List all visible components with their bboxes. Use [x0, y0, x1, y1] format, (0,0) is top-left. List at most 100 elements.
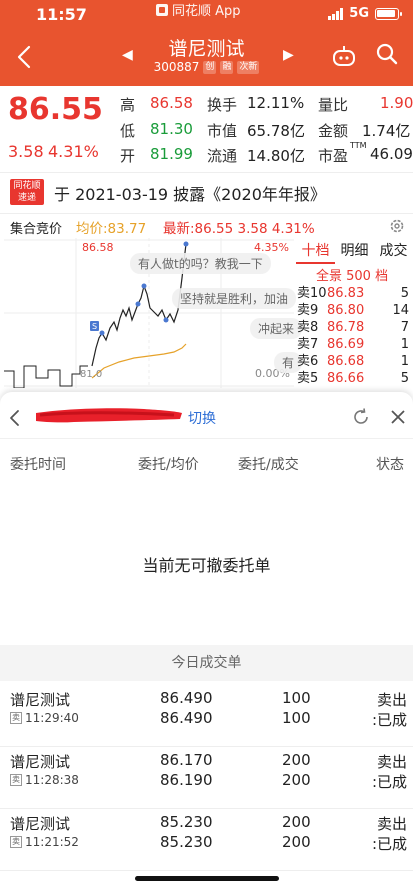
auction-label: 集合竞价 [10, 222, 63, 237]
mcap-value: 65.78亿 [247, 122, 305, 140]
volratio-label: 量比 [318, 96, 349, 114]
quote-panel: 86.55 3.58 4.31% 高 86.58 低 81.30 开 81.99… [0, 86, 413, 172]
col-order-time: 委托时间 [10, 457, 66, 473]
trade-direction: 卖出 [376, 753, 407, 771]
turnover-label: 换手 [207, 96, 238, 114]
orderbook-row: 卖5 86.66 5 [297, 371, 409, 386]
orderbook-row: 卖7 86.69 1 [297, 337, 409, 352]
pe-label: 市盈 [318, 147, 349, 165]
auction-bars [4, 365, 88, 388]
danmu-bubble: 有人做t的吗？教我一下 [130, 253, 271, 274]
chart-left-mark: 81.0 [80, 369, 102, 380]
trade-order-qty: 200 [282, 751, 311, 769]
close-icon[interactable] [389, 408, 407, 426]
trade-filled-qty: 200 [282, 833, 311, 851]
col-status: 状态 [376, 457, 404, 473]
trade-stock-name: 谱尼测试 [10, 691, 71, 709]
tab-trades[interactable]: 成交 [374, 240, 413, 264]
empty-message: 当前无可撤委托单 [142, 556, 271, 575]
trade-filled-qty: 100 [282, 709, 311, 727]
app-header: 11:57 同花顺 App 5G ◀ 谱尼测试 300887 创 融 次新 ▶ [0, 0, 413, 86]
trade-status: :已成 [371, 835, 407, 853]
trade-time: 卖 11:28:38 [10, 773, 79, 787]
avg-price-line [91, 343, 187, 379]
orderbook-row: 卖9 86.80 14 [297, 303, 409, 318]
nav-row: ◀ 谱尼测试 300887 创 融 次新 ▶ [0, 30, 413, 86]
pe-value: 46.09 [370, 145, 413, 163]
col-order-price: 委托/均价 [138, 457, 199, 473]
trade-stock-name: 谱尼测试 [10, 815, 71, 833]
news-bar[interactable]: 同花顺 速递 于 2021-03-19 披露《2020年年报》 [0, 172, 413, 212]
mcap-label: 市值 [207, 122, 238, 140]
redacted-account-mark [36, 408, 182, 423]
next-stock-button[interactable]: ▶ [283, 47, 294, 63]
trade-direction: 卖出 [376, 691, 407, 709]
tag-chuang: 创 [203, 60, 217, 74]
orderbook-tabs: 十档 明细 成交 [296, 240, 413, 264]
cancel-order-sheet: 切换 委托时间 委托/均价 委托/成交 状态 当前无可撤委托单 今日成交单 谱尼… [0, 392, 413, 887]
trade-row[interactable]: 谱尼测试 卖 11:29:40 86.490 86.490 100 100 卖出 … [0, 685, 413, 747]
app-logo-icon [156, 3, 168, 16]
amount-label: 金额 [318, 122, 349, 140]
trade-time: 卖 11:29:40 [10, 711, 79, 725]
trade-stock-name: 谱尼测试 [10, 753, 71, 771]
network-label: 5G [349, 6, 369, 21]
gear-icon[interactable] [389, 218, 405, 234]
trade-row[interactable]: 谱尼测试 卖 11:28:38 86.170 86.190 200 200 卖出 … [0, 747, 413, 809]
back-arrow-icon[interactable] [6, 408, 24, 428]
low-label: 低 [120, 122, 136, 140]
open-value: 81.99 [150, 145, 193, 163]
trade-order-price: 85.230 [160, 813, 213, 831]
avg-price-label: 均价:83.77 [76, 221, 147, 237]
orderbook-rows: 卖10 86.83 5 卖9 86.80 14 卖8 86.78 7 卖7 86.69 1 卖6… [297, 285, 409, 387]
stock-code: 300887 [153, 60, 200, 74]
low-value: 81.30 [150, 120, 193, 138]
robot-assistant-icon[interactable] [331, 45, 357, 67]
sell-tag: 卖 [10, 712, 22, 724]
tag-rong: 融 [220, 60, 234, 74]
news-headline[interactable]: 于 2021-03-19 披露《2020年年报》 [54, 181, 326, 205]
sell-tag: 卖 [10, 836, 22, 848]
trade-order-qty: 100 [282, 689, 311, 707]
orderbook-row: 卖10 86.83 5 [297, 286, 409, 301]
trade-avg-price: 85.230 [160, 833, 213, 851]
chart-top-price: 86.58 [82, 241, 114, 254]
trade-order-qty: 200 [282, 813, 311, 831]
orderbook-panorama[interactable]: 全景 500 档 [316, 265, 388, 284]
news-logo-icon: 同花顺 速递 [10, 179, 44, 205]
status-time: 11:57 [36, 5, 87, 24]
tab-detail[interactable]: 明细 [335, 240, 374, 264]
sell-tag: 卖 [10, 774, 22, 786]
last-price-label: 最新:86.55 3.58 4.31% [163, 221, 315, 237]
svg-text:S: S [92, 322, 97, 331]
high-label: 高 [120, 96, 136, 114]
search-icon[interactable] [375, 42, 399, 66]
today-trades-title: 今日成交单 [0, 645, 413, 681]
float-value: 14.80亿 [247, 147, 305, 165]
orderbook-row: 卖8 86.78 7 [297, 320, 409, 335]
home-indicator[interactable] [135, 876, 279, 881]
trade-status: :已成 [371, 711, 407, 729]
col-order-qty: 委托/成交 [238, 457, 299, 473]
status-bar: 11:57 同花顺 App 5G [0, 0, 413, 30]
switch-account-link[interactable]: 切换 [188, 408, 216, 428]
refresh-icon[interactable] [351, 407, 371, 427]
order-table-header: 委托时间 委托/均价 委托/成交 状态 [0, 452, 413, 474]
app-indicator: 同花顺 App [156, 0, 241, 19]
tab-ten-levels[interactable]: 十档 [296, 240, 335, 264]
trade-filled-qty: 200 [282, 771, 311, 789]
orderbook-row: 卖6 86.68 1 [297, 354, 409, 369]
signal-icon [328, 7, 344, 20]
open-label: 开 [120, 147, 136, 165]
trade-row[interactable]: 谱尼测试 卖 11:21:52 85.230 85.230 200 200 卖出 … [0, 809, 413, 871]
danmu-bubble: 坚持就是胜利，加油 [172, 288, 297, 309]
divider [0, 438, 413, 439]
trade-status: :已成 [371, 773, 407, 791]
trade-avg-price: 86.490 [160, 709, 213, 727]
chart-header: 集合竞价 均价:83.77 最新:86.55 3.58 4.31% [0, 214, 413, 238]
float-label: 流通 [207, 147, 238, 165]
battery-icon [375, 7, 402, 20]
tag-cixin: 次新 [237, 60, 260, 74]
app-name: 同花顺 App [172, 4, 241, 19]
pe-ttm-sup: TTM [350, 141, 367, 150]
